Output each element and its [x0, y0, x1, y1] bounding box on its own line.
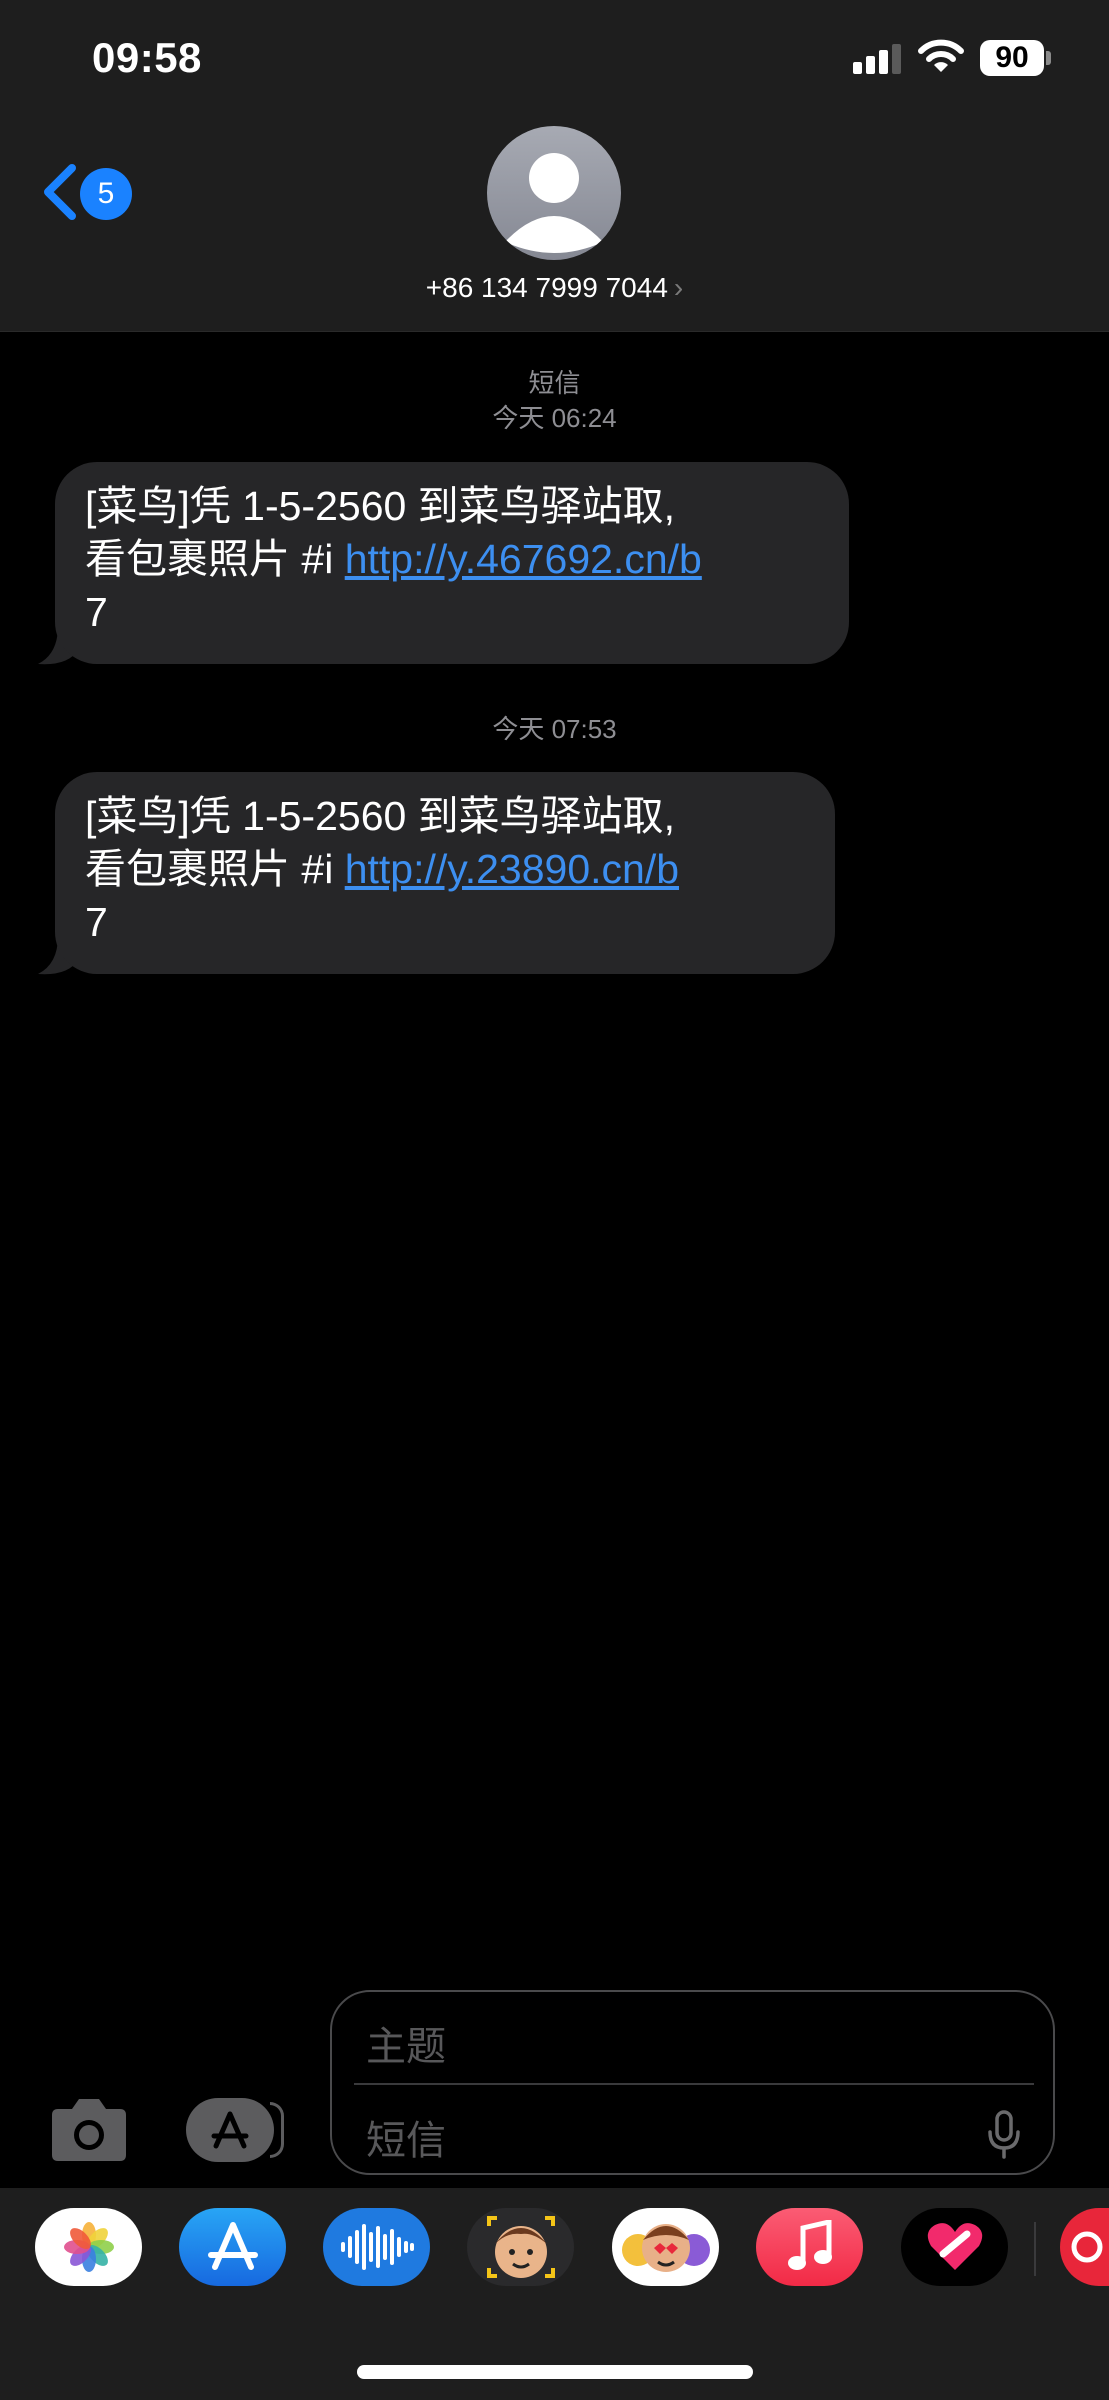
memoji-stickers-icon[interactable] — [467, 2208, 574, 2286]
compose-field[interactable]: 主题 短信 — [330, 1990, 1055, 2175]
heart-icon — [927, 2223, 982, 2270]
app-store-a-icon — [211, 2111, 249, 2149]
photos-flower-icon — [63, 2222, 114, 2272]
status-time: 09:58 — [92, 34, 202, 81]
message-text: 7 — [85, 589, 108, 635]
chevron-right-icon: › — [673, 272, 684, 303]
photos-icon[interactable] — [35, 2208, 142, 2286]
audio-message-icon[interactable] — [323, 2208, 430, 2286]
message-text: 7 — [85, 899, 108, 945]
message-bubble[interactable]: [菜鸟]凭 1-5-2560 到菜鸟驿站取, 看包裹照片 #i http://y… — [55, 772, 835, 974]
message-text: [菜鸟]凭 1-5-2560 到菜鸟驿站取, — [85, 793, 676, 839]
conversation-header: 09:58 90 5 +86 134 7999 7044 › — [0, 0, 1109, 332]
message-link[interactable]: http://y.23890.cn/b — [345, 846, 679, 892]
back-chevron-icon[interactable] — [40, 162, 80, 222]
app-store-icon[interactable] — [179, 2208, 286, 2286]
message-timestamp: 今天 07:53 — [492, 714, 617, 744]
animoji-icon[interactable] — [612, 2208, 719, 2286]
camera-icon[interactable] — [48, 2095, 130, 2163]
compose-divider — [354, 2083, 1034, 2085]
message-text: 看包裹照片 #i — [85, 536, 345, 582]
message-timestamp: 今天 06:24 — [492, 403, 617, 433]
wifi-icon — [918, 39, 964, 72]
microphone-icon[interactable] — [987, 2110, 1021, 2160]
battery-level: 90 — [980, 40, 1044, 76]
app-store-button[interactable] — [186, 2098, 284, 2162]
partial-app-icon[interactable] — [1060, 2208, 1109, 2286]
memoji-group-icon — [621, 2224, 710, 2272]
music-note-icon — [787, 2220, 832, 2270]
app-store-glyph — [207, 2222, 258, 2270]
partial-app-glyph — [1071, 2231, 1103, 2263]
contact-number: +86 134 7999 7044 — [425, 272, 668, 303]
subject-input[interactable]: 主题 — [366, 2014, 446, 2072]
cellular-signal-icon — [853, 44, 903, 74]
person-silhouette-icon — [505, 153, 603, 253]
home-indicator[interactable] — [357, 2365, 753, 2379]
unread-count-badge[interactable]: 5 — [80, 168, 132, 220]
memoji-face-icon — [486, 2216, 555, 2278]
drawer-divider — [1034, 2222, 1036, 2276]
fitness-heart-icon[interactable] — [901, 2208, 1008, 2286]
message-input[interactable]: 短信 — [366, 2108, 446, 2166]
waveform-icon — [340, 2224, 414, 2270]
music-icon[interactable] — [756, 2208, 863, 2286]
contact-details-link[interactable]: +86 134 7999 7044 › — [0, 272, 1109, 304]
message-text: [菜鸟]凭 1-5-2560 到菜鸟驿站取, — [85, 483, 676, 529]
message-link[interactable]: http://y.467692.cn/b — [345, 536, 702, 582]
message-bubble[interactable]: [菜鸟]凭 1-5-2560 到菜鸟驿站取, 看包裹照片 #i http://y… — [55, 462, 849, 664]
service-label: 短信 — [528, 368, 581, 398]
battery-icon: 90 — [980, 40, 1051, 76]
message-text: 看包裹照片 #i — [85, 846, 345, 892]
contact-avatar[interactable] — [487, 126, 621, 260]
